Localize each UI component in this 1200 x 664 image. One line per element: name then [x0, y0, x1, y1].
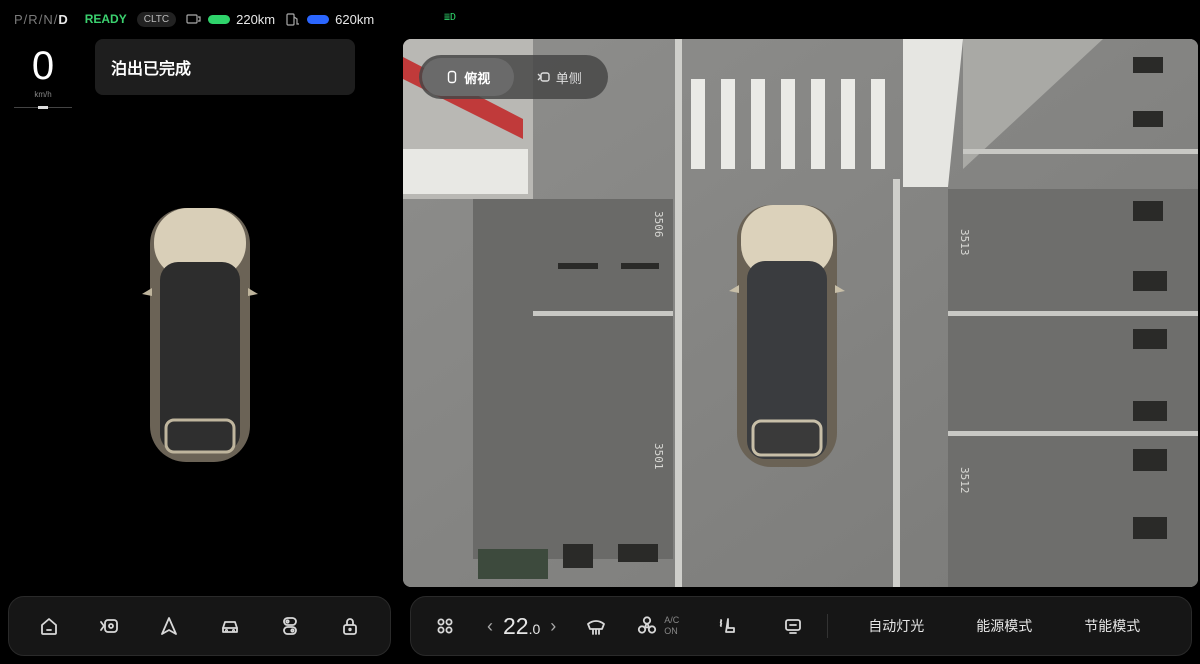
- slot-number: 3513: [958, 229, 971, 256]
- apps-button[interactable]: [425, 606, 465, 646]
- side-camera-icon: [537, 72, 550, 82]
- settings-toggle-icon: [282, 617, 297, 635]
- seat-heat-button[interactable]: [707, 606, 747, 646]
- surround-view-camera[interactable]: 3506 3501 3513 3512: [403, 39, 1198, 587]
- car-top-icon: [448, 70, 457, 84]
- fan-icon: [638, 616, 657, 634]
- temperature-control: ‹ 22.0 ›: [487, 613, 556, 640]
- fuel-range-bar: [307, 14, 330, 24]
- car-icon: [221, 621, 238, 633]
- speed-indicator-line: [14, 106, 72, 109]
- lock-icon: [342, 618, 357, 635]
- park-out-notice: 泊出已完成: [95, 39, 355, 95]
- navigation-button[interactable]: [149, 606, 189, 646]
- speed-unit: km/h: [34, 90, 52, 99]
- top-view-button[interactable]: 俯视: [422, 58, 514, 96]
- defrost-button[interactable]: [576, 606, 616, 646]
- fuel-pump-icon: [286, 13, 300, 26]
- navigation-icon: [161, 617, 178, 635]
- auto-lights-button[interactable]: 自动灯光: [842, 616, 950, 636]
- home-icon: [41, 618, 57, 635]
- temperature-value: 22.0: [503, 612, 541, 639]
- camera-vehicle-overlay: [729, 205, 845, 467]
- speed-value: 0: [31, 44, 55, 88]
- fuel-range: 620km: [285, 12, 374, 27]
- divider: [827, 614, 829, 638]
- electric-range: 220km: [186, 12, 275, 27]
- notice-text: 泊出已完成: [111, 61, 192, 78]
- left-quick-dock: [8, 596, 391, 656]
- rear-defrost-icon: [587, 620, 606, 635]
- display-icon: [785, 619, 802, 634]
- ready-status: READY: [84, 12, 127, 26]
- slot-number: 3506: [652, 211, 665, 238]
- home-button[interactable]: [29, 606, 69, 646]
- cltc-badge: CLTC: [136, 11, 177, 27]
- electric-range-bar: [208, 14, 231, 24]
- status-bar: P/R/N/D READY CLTC 220km 620km: [14, 10, 374, 28]
- camera-button[interactable]: [89, 606, 129, 646]
- vehicle-button[interactable]: [210, 606, 250, 646]
- headlight-indicator-icon: ≣D: [444, 12, 457, 23]
- screen-button[interactable]: [773, 606, 813, 646]
- energy-mode-button[interactable]: 能源模式: [950, 616, 1058, 636]
- slot-number: 3501: [652, 443, 665, 470]
- side-view-button[interactable]: 单侧: [514, 58, 606, 96]
- ac-button[interactable]: A/C ON: [636, 615, 679, 637]
- temp-up-chevron-icon[interactable]: ›: [550, 616, 556, 637]
- apps-grid-icon: [437, 618, 453, 634]
- lock-button[interactable]: [330, 606, 370, 646]
- bottom-control-bar: ‹ 22.0 › A/C ON 自动灯光 能源模式 节能模式: [410, 596, 1192, 656]
- controls-button[interactable]: [270, 606, 310, 646]
- battery-plug-icon: [186, 14, 201, 24]
- seat-heat-icon: [720, 618, 736, 633]
- gear-indicator: P/R/N/D: [14, 11, 69, 27]
- eco-mode-button[interactable]: 节能模式: [1058, 616, 1166, 636]
- temp-down-chevron-icon[interactable]: ‹: [487, 616, 493, 637]
- vehicle-model-top-view: [140, 200, 260, 470]
- camera-view-switch: 俯视 单侧: [419, 55, 608, 99]
- camera-icon: [100, 619, 119, 633]
- speedometer: 0 km/h: [14, 44, 72, 109]
- slot-number: 3512: [958, 467, 971, 494]
